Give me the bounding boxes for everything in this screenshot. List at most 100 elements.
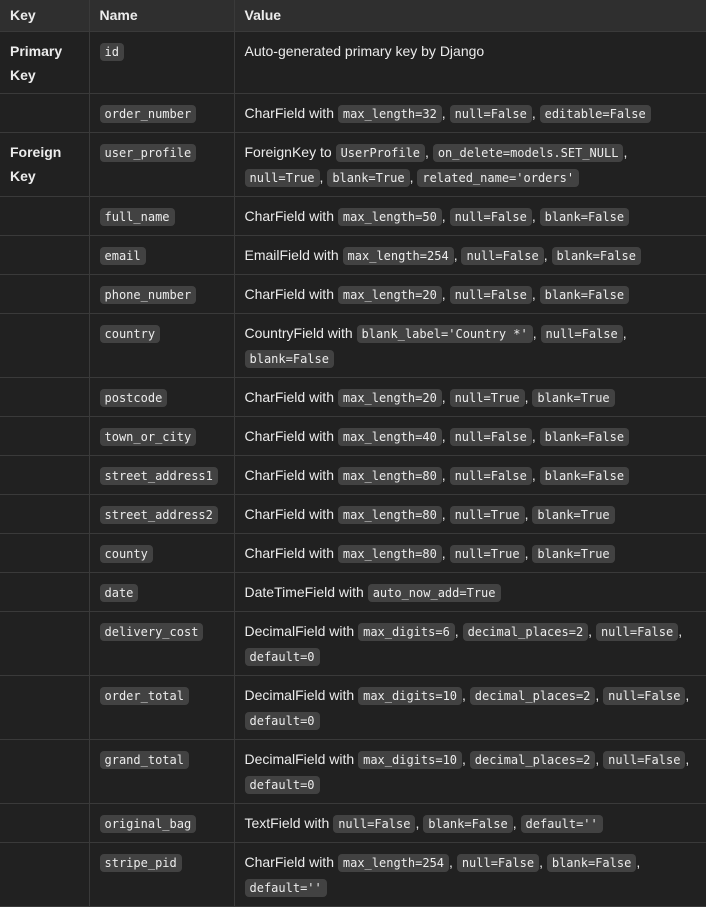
table-row: stripe_pid CharField with max_length=254,… xyxy=(0,841,706,907)
row-value-cell: DecimalField with max_digits=10, decimal… xyxy=(233,674,706,740)
value-text: , xyxy=(531,207,540,224)
row-key xyxy=(0,738,90,804)
field-option: decimal_places=2 xyxy=(469,750,596,769)
field-option: blank=False xyxy=(244,349,334,368)
value-text: DecimalField with xyxy=(244,686,359,703)
field-name: user_profile xyxy=(99,143,197,162)
value-text: , xyxy=(441,388,450,405)
value-text: , xyxy=(531,466,540,483)
field-option: blank=False xyxy=(539,466,630,485)
value-text: Auto-generated primary key by Django xyxy=(244,42,485,59)
value-text: , xyxy=(623,143,628,160)
field-option: blank=True xyxy=(327,168,410,187)
field-option: max_digits=10 xyxy=(358,750,463,769)
row-value-cell: EmailField with max_length=254, null=Fal… xyxy=(233,234,706,275)
row-key xyxy=(0,802,90,843)
value-text: , xyxy=(512,814,521,831)
field-option: null=False xyxy=(603,750,686,769)
value-text: CharField with xyxy=(244,466,338,483)
field-name: delivery_cost xyxy=(99,622,204,641)
value-text: , xyxy=(539,853,547,870)
table-row: Foreign Key user_profile ForeignKey to Use… xyxy=(0,131,706,197)
field-option: blank=False xyxy=(539,285,630,304)
field-name: full_name xyxy=(99,207,175,226)
row-key xyxy=(0,841,90,907)
field-option: max_length=20 xyxy=(337,285,442,304)
row-key xyxy=(0,454,90,495)
value-text: , xyxy=(441,505,450,522)
field-name: stripe_pid xyxy=(99,853,182,872)
value-text: , xyxy=(595,750,604,767)
field-option: blank=True xyxy=(532,544,615,563)
field-name: date xyxy=(99,583,139,602)
table-body: Primary Key id Auto-generated primary key … xyxy=(0,30,706,907)
field-option: max_length=40 xyxy=(337,427,442,446)
row-key xyxy=(0,376,90,417)
field-option: null=False xyxy=(449,207,532,226)
row-key xyxy=(0,674,90,740)
field-name: grand_total xyxy=(99,750,189,769)
table-row: street_address1 CharField with max_length… xyxy=(0,454,706,495)
table-row: date DateTimeField with auto_now_add=True xyxy=(0,571,706,612)
table-row: original_bag TextField with null=False, b… xyxy=(0,802,706,843)
field-option: null=False xyxy=(449,466,532,485)
table-row: Primary Key id Auto-generated primary key … xyxy=(0,30,706,94)
value-text: , xyxy=(531,104,540,121)
value-text: , xyxy=(441,544,450,561)
field-name: country xyxy=(99,324,161,343)
value-text: CharField with xyxy=(244,207,338,224)
value-text: , xyxy=(531,427,540,444)
value-text: , xyxy=(685,686,690,703)
field-option: max_length=80 xyxy=(337,544,442,563)
row-value-cell: DecimalField with max_digits=10, decimal… xyxy=(233,738,706,804)
value-text: , xyxy=(532,324,541,341)
value-text: , xyxy=(441,104,450,121)
field-option: max_length=80 xyxy=(337,466,442,485)
table-row: email EmailField with max_length=254, nul… xyxy=(0,234,706,275)
row-value-cell: CountryField with blank_label='Country *… xyxy=(233,312,706,378)
row-key xyxy=(0,312,90,378)
row-name-cell: country xyxy=(88,312,235,378)
row-value-cell: CharField with max_length=50, null=False… xyxy=(233,195,706,236)
header-value: Value xyxy=(233,0,706,32)
field-option: on_delete=models.SET_NULL xyxy=(432,143,624,162)
value-text: EmailField with xyxy=(244,246,343,263)
row-key xyxy=(0,532,90,573)
row-value-cell: DecimalField with max_digits=6, decimal_… xyxy=(233,610,706,676)
row-key xyxy=(0,92,90,133)
field-option: null=True xyxy=(449,544,525,563)
value-text: CharField with xyxy=(244,505,338,522)
row-key xyxy=(0,610,90,676)
value-text: , xyxy=(425,143,433,160)
header-key: Key xyxy=(0,0,90,32)
field-option: null=True xyxy=(449,505,525,524)
field-option: max_length=20 xyxy=(337,388,442,407)
field-option: default='' xyxy=(244,878,327,897)
field-option: auto_now_add=True xyxy=(367,583,501,602)
field-option: max_length=254 xyxy=(342,246,454,265)
value-text: CharField with xyxy=(244,285,338,302)
row-value-cell: Auto-generated primary key by Django xyxy=(233,30,706,94)
row-key xyxy=(0,571,90,612)
value-text: , xyxy=(441,207,450,224)
table-row: town_or_city CharField with max_length=40… xyxy=(0,415,706,456)
field-name: email xyxy=(99,246,146,265)
field-option: blank=False xyxy=(551,246,641,265)
row-key: Foreign Key xyxy=(0,131,90,197)
field-option: null=False xyxy=(449,285,532,304)
row-name-cell: street_address1 xyxy=(88,454,235,495)
value-text: , xyxy=(531,285,540,302)
field-option: null=True xyxy=(244,168,320,187)
row-name-cell: id xyxy=(88,30,235,94)
value-text: , xyxy=(543,246,552,263)
field-option: blank=False xyxy=(546,853,637,872)
field-name: order_total xyxy=(99,686,189,705)
field-name: original_bag xyxy=(99,814,197,833)
table-row: delivery_cost DecimalField with max_digit… xyxy=(0,610,706,676)
value-text: , xyxy=(462,686,470,703)
value-text: CharField with xyxy=(244,427,338,444)
field-name: county xyxy=(99,544,153,563)
field-option: decimal_places=2 xyxy=(462,622,589,641)
row-name-cell: stripe_pid xyxy=(88,841,235,907)
field-option: null=False xyxy=(449,104,532,123)
